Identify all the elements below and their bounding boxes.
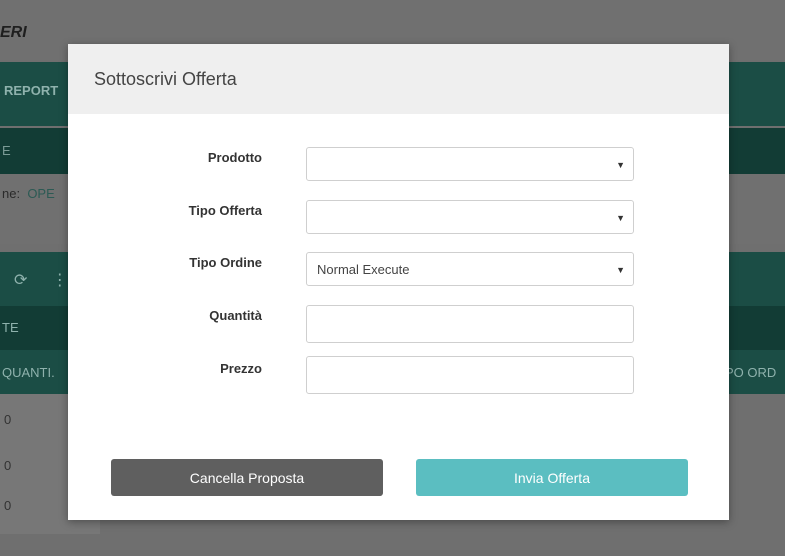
nav-item-report: REPORT	[4, 83, 59, 98]
table-row: 0	[4, 412, 12, 427]
quantita-label: Quantità	[209, 308, 262, 323]
subscribe-offer-modal: Sottoscrivi Offerta Prodotto ▼ Tipo Offe…	[68, 44, 729, 520]
table-row: 0	[4, 498, 12, 513]
tipo-offerta-select[interactable]: ▼	[306, 200, 634, 234]
chevron-down-icon: ▼	[616, 160, 625, 170]
filter-label-text: ne:	[2, 186, 21, 201]
app-logo: ERI	[0, 24, 27, 41]
tipo-ordine-select[interactable]: Normal Execute ▼	[306, 252, 634, 286]
column-header-quantity: QUANTI.	[2, 365, 55, 380]
form-row-tipo-ordine: Tipo Ordine Normal Execute ▼	[68, 252, 729, 288]
filter-value: OPE	[27, 186, 55, 201]
quantita-input[interactable]	[306, 305, 634, 343]
subbar-text: E	[2, 143, 11, 158]
form-row-tipo-offerta: Tipo Offerta ▼	[68, 200, 729, 236]
form-row-prezzo: Prezzo	[68, 356, 729, 394]
chevron-down-icon: ▼	[616, 213, 625, 223]
tipo-ordine-value: Normal Execute	[317, 261, 410, 277]
table-row: 0	[4, 458, 12, 473]
prodotto-label: Prodotto	[207, 150, 262, 165]
prodotto-select[interactable]: ▼	[306, 147, 634, 181]
tab-label: TE	[2, 320, 19, 335]
cancel-proposal-button[interactable]: Cancella Proposta	[111, 459, 383, 496]
filter-label: ne: OPE	[2, 186, 55, 201]
tipo-ordine-label: Tipo Ordine	[189, 255, 262, 270]
prezzo-input[interactable]	[306, 356, 634, 394]
submit-offer-button[interactable]: Invia Offerta	[416, 459, 688, 496]
tipo-offerta-label: Tipo Offerta	[188, 203, 262, 218]
form-row-quantita: Quantità	[68, 305, 729, 343]
column-header-order-type: PO ORD	[725, 365, 777, 380]
modal-title: Sottoscrivi Offerta	[94, 68, 237, 89]
chevron-down-icon: ▼	[616, 265, 625, 275]
form-row-prodotto: Prodotto ▼	[68, 147, 729, 183]
modal-header: Sottoscrivi Offerta	[68, 44, 729, 114]
prezzo-label: Prezzo	[220, 361, 262, 376]
